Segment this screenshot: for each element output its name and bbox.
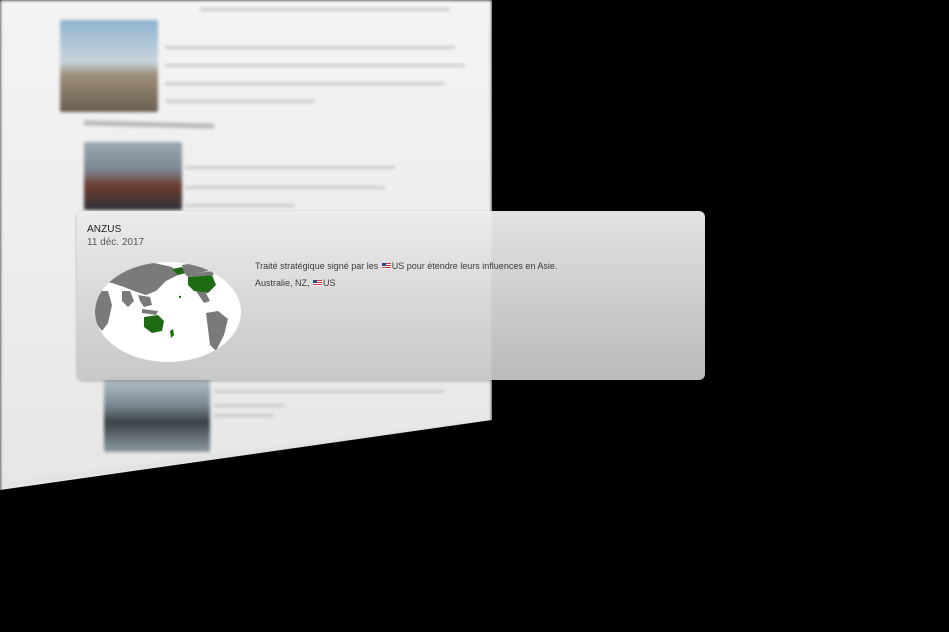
text-line <box>214 390 444 393</box>
members-text: Australie, NZ, <box>255 278 313 288</box>
world-map-icon <box>95 262 241 362</box>
text-line <box>185 186 385 189</box>
article-thumbnail-coast <box>104 378 210 452</box>
event-title: ANZUS <box>87 224 122 235</box>
text-line <box>214 414 274 417</box>
section-heading <box>83 120 215 129</box>
article-thumbnail-ship <box>84 142 182 210</box>
text-line <box>200 8 450 11</box>
description-flag-code: US <box>391 261 405 271</box>
article-thumbnail-soldiers <box>60 20 158 112</box>
members-flag-code: US <box>323 278 336 288</box>
timeline-axis <box>4 420 492 486</box>
description-text-start: Traité stratégique signé par les <box>255 261 381 271</box>
text-line <box>165 100 315 103</box>
us-flag-icon <box>313 280 323 286</box>
event-description: Traité stratégique signé par les US pour… <box>255 261 557 271</box>
text-line <box>185 166 395 169</box>
text-line <box>165 82 445 85</box>
text-line <box>165 46 455 49</box>
event-detail-card[interactable]: ANZUS 11 déc. 2017 Traité stratégique si… <box>77 211 705 380</box>
text-line <box>185 204 295 207</box>
text-line <box>214 404 284 407</box>
description-text-end: pour étendre leurs influences en Asie. <box>404 261 558 271</box>
event-members: Australie, NZ, US <box>255 278 336 288</box>
us-flag-icon <box>381 263 391 269</box>
event-date: 11 déc. 2017 <box>87 237 145 248</box>
text-line <box>165 64 465 67</box>
